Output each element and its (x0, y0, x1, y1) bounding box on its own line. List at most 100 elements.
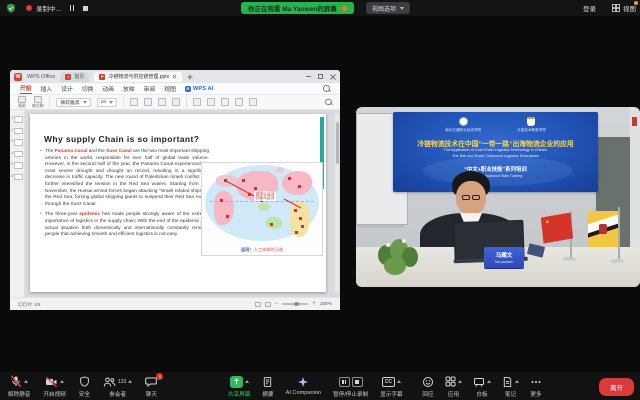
zoom-slider-knob[interactable] (294, 302, 299, 307)
scrollbar-thumb[interactable] (336, 122, 339, 164)
menu-insert[interactable]: 插入 (41, 84, 53, 93)
view-layout-button[interactable]: 视图 (612, 0, 636, 16)
document-tab-label: 冷链物流与供应链管理.pptx (108, 73, 169, 80)
zoom-in-button[interactable]: + (312, 302, 316, 307)
normal-view-icon[interactable] (255, 302, 261, 307)
chat-button[interactable]: 1 聊天 (145, 375, 157, 398)
search-icon[interactable] (323, 85, 330, 92)
wps-home-tab[interactable]: ⌂ 首页 (60, 72, 89, 82)
leave-meeting-button[interactable]: 离开 (599, 378, 634, 396)
caption-definition: 人工修筑的河道 (254, 247, 283, 252)
react-button[interactable]: 回应 (422, 375, 434, 398)
caret-up-icon[interactable] (24, 380, 28, 383)
apps-button[interactable]: 应用 (445, 375, 462, 398)
banner-title: 冷链物流技术在中国“一带一路”出海物流企业的应用 (393, 138, 598, 148)
caret-up-icon[interactable] (60, 380, 64, 383)
pause-recording-icon[interactable] (339, 377, 350, 387)
menu-design[interactable]: 设计 (61, 84, 73, 93)
ai-sparkle-icon (297, 376, 309, 388)
font-color-button[interactable] (172, 98, 180, 106)
show-captions-button[interactable]: CC 显示字幕 (380, 375, 402, 398)
close-tab-icon[interactable] (172, 74, 177, 79)
paste-button[interactable]: 粘贴 (18, 96, 26, 109)
slide-thumbnail[interactable]: 5 (11, 162, 23, 169)
summary-button[interactable]: 摘要 (262, 375, 273, 398)
caret-up-icon[interactable] (245, 380, 249, 383)
wps-document-tab[interactable]: P 冷链物流与供应链管理.pptx (94, 72, 182, 82)
minimize-icon[interactable] (306, 76, 311, 77)
menu-animation[interactable]: 动画 (102, 84, 114, 93)
find-replace-icon[interactable] (325, 99, 332, 106)
slide-thumbnail[interactable]: 6 (11, 174, 23, 181)
underline-button[interactable] (158, 98, 166, 106)
menu-home[interactable]: 开始 (20, 83, 32, 94)
wps-ai-button[interactable]: AWPS AI (185, 86, 213, 92)
caret-up-icon[interactable] (515, 380, 519, 383)
ai-companion-button[interactable]: AI Companion (286, 375, 321, 396)
thumb-number: 4 (11, 151, 13, 155)
caption-term: 运河： (241, 247, 254, 252)
slide-thumbnail[interactable]: 1 (11, 116, 23, 123)
slide-thumbnail[interactable]: 2 (11, 128, 23, 135)
stop-recording-icon[interactable] (352, 377, 363, 387)
menu-slideshow[interactable]: 放映 (123, 84, 135, 93)
shared-screen-wps-window: W WPS Office ⌂ 首页 P 冷链物流与供应链管理.pptx 开始 插… (10, 70, 340, 310)
new-tab-plus-icon[interactable] (187, 74, 193, 80)
caret-up-icon[interactable] (128, 380, 132, 383)
view-options-button[interactable]: 视图选项 (366, 2, 410, 14)
zoom-out-button[interactable]: − (275, 302, 279, 307)
vertical-scrollbar[interactable] (335, 114, 339, 292)
world-map-figure: 苏伊士运河 巴拿马运河 运河：人工修筑的河道 (201, 162, 323, 256)
caret-up-icon[interactable] (397, 380, 401, 383)
stop-recording-button[interactable] (83, 6, 88, 11)
wps-statusbar: 幻灯片 1/8 − + 100% (10, 297, 340, 310)
pause-stop-recording-button[interactable]: 暂停/停止录制 (333, 375, 368, 398)
security-button[interactable]: 安全 (79, 375, 90, 398)
close-window-icon[interactable] (330, 74, 336, 80)
slide-thumbnail-panel[interactable]: 1 2 3 4 5 6 (10, 110, 25, 297)
menu-transition[interactable]: 切换 (82, 84, 94, 93)
unmute-button[interactable]: 解除静音 (8, 375, 30, 398)
participants-button[interactable]: 133 参会者 (103, 375, 132, 398)
maximize-icon[interactable] (318, 74, 323, 79)
summary-doc-icon (262, 376, 273, 388)
pause-recording-button[interactable] (70, 5, 75, 11)
more-button[interactable]: 更多 (530, 375, 542, 398)
bold-button[interactable] (130, 98, 138, 106)
sign-in-button[interactable]: 登录 (583, 0, 596, 16)
font-size-select[interactable]: 18 (97, 98, 117, 107)
caret-up-icon[interactable] (458, 380, 462, 383)
home-tab-icon: ⌂ (65, 74, 71, 80)
slide-thumbnail[interactable]: 3 (11, 139, 23, 146)
speaker-video-tile[interactable]: 南京交通职业技术学院 文莱技术教育学院 冷链物流技术在中国“一带一路”出海物流企… (356, 107, 640, 287)
whiteboard-button[interactable]: 白板 (473, 375, 491, 398)
caret-up-icon[interactable] (487, 380, 491, 383)
font-name-select[interactable]: 微软雅黑 (56, 98, 90, 107)
slide-thumbnail[interactable]: 4 (11, 151, 23, 158)
slide-title: Why supply Chain is so important? (44, 134, 199, 144)
insert-table-button[interactable] (235, 98, 243, 106)
format-painter-label: 格式刷 (32, 104, 43, 109)
menu-view[interactable]: 视图 (164, 84, 176, 93)
format-painter-button[interactable]: 格式刷 (32, 96, 43, 109)
italic-button[interactable] (144, 98, 152, 106)
grid-view-icon (612, 4, 620, 12)
wps-toolbar: 粘贴 格式刷 微软雅黑 18 (10, 95, 340, 110)
align-center-button[interactable] (207, 98, 215, 106)
align-left-button[interactable] (193, 98, 201, 106)
notification-dot-icon (634, 1, 638, 5)
pause-stop-label: 暂停/停止录制 (333, 390, 368, 398)
insert-chart-button[interactable] (249, 98, 257, 106)
right-institute-logo-group: 文莱技术教育学院 (517, 117, 546, 133)
slideshow-view-icon[interactable] (265, 302, 271, 307)
insert-picture-button[interactable] (221, 98, 229, 106)
start-video-button[interactable]: 开启视频 (43, 375, 65, 398)
more-label: 更多 (530, 390, 541, 398)
share-screen-button[interactable]: 共享屏幕 (228, 375, 250, 398)
notes-button[interactable]: 笔记 (502, 375, 519, 398)
react-smiley-icon (422, 376, 434, 388)
thumb-number: 2 (11, 128, 13, 132)
caret-down-icon (400, 7, 404, 10)
zoom-slider[interactable] (282, 303, 308, 305)
menu-review[interactable]: 审阅 (144, 84, 156, 93)
